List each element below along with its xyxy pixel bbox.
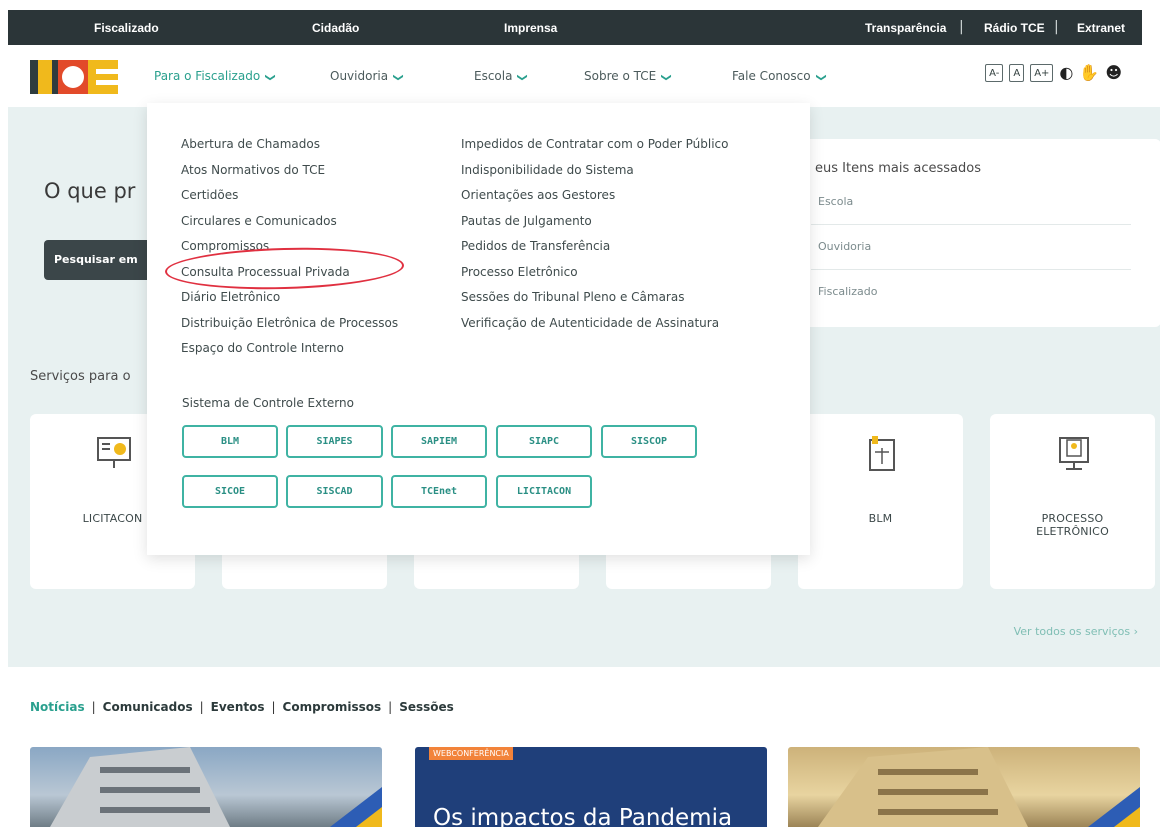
favorites-title: eus Itens mais acessados [815,161,981,176]
tab-eventos[interactable]: Eventos [211,700,265,714]
menu-item-consulta-processual-privada[interactable]: Consulta Processual Privada [181,265,398,291]
system-button-siscop[interactable]: SISCOP [601,425,697,458]
news-tabs: Notícias | Comunicados | Eventos | Compromisso… [30,700,454,714]
hero-title: O que pr [44,179,136,203]
chevron-down-icon: ❯ [660,73,672,82]
favorite-link-escola[interactable]: Escola [818,195,853,208]
chevron-down-icon: ❯ [264,73,276,82]
search-button[interactable]: Pesquisar em [44,240,154,280]
menu-item-distribuicao-eletronica[interactable]: Distribuição Eletrônica de Processos [181,316,398,342]
font-increase-button[interactable]: A+ [1030,63,1054,82]
libras-avatar-icon[interactable]: ☻ [1105,63,1122,82]
menu-item-atos-normativos[interactable]: Atos Normativos do TCE [181,163,398,189]
menu-item-circulares[interactable]: Circulares e Comunicados [181,214,398,240]
chevron-down-icon: ❯ [815,73,827,82]
nav-item-para-o-fiscalizado[interactable]: Para o Fiscalizado ❯ [154,69,276,83]
menu-item-sessoes-tribunal[interactable]: Sessões do Tribunal Pleno e Câmaras [461,290,729,316]
topbar-separator: | [959,19,964,35]
system-button-siapes[interactable]: SIAPES [286,425,383,458]
dropdown-column-1: Abertura de Chamados Atos Normativos do … [181,137,398,367]
tab-noticias[interactable]: Notícias [30,700,85,714]
fiscalizado-dropdown-menu: Abertura de Chamados Atos Normativos do … [147,103,810,555]
topbar-link-cidadao[interactable]: Cidadão [312,21,359,35]
tce-logo[interactable] [30,56,128,98]
topbar-separator: | [1054,19,1059,35]
system-button-blm[interactable]: BLM [182,425,278,458]
main-header: Para o Fiscalizado ❯ Ouvidoria ❯ Escola ❯ S… [8,45,1142,107]
presentation-chart-icon [97,437,131,468]
dropdown-column-2: Impedidos de Contratar com o Poder Públi… [461,137,729,341]
nav-item-label: Para o Fiscalizado [154,69,261,83]
menu-item-pautas-julgamento[interactable]: Pautas de Julgamento [461,214,729,240]
font-decrease-button[interactable]: A- [985,63,1004,82]
dropdown-section-title: Sistema de Controle Externo [182,396,354,410]
service-card-processo-eletronico[interactable]: PROCESSO ELETRÔNICO [990,414,1155,589]
service-card-label: BLM [868,512,893,525]
topbar-link-fiscalizado[interactable]: Fiscalizado [94,21,159,35]
topbar-link-extranet[interactable]: Extranet [1077,21,1125,35]
services-title: Serviços para o [30,369,131,384]
favorite-link-ouvidoria[interactable]: Ouvidoria [818,240,871,253]
topbar-link-imprensa[interactable]: Imprensa [504,21,557,35]
nav-item-label: Fale Conosco [732,69,811,83]
tab-separator: | [271,700,276,714]
tab-separator: | [199,700,204,714]
menu-item-compromissos[interactable]: Compromissos [181,239,398,265]
menu-item-processo-eletronico[interactable]: Processo Eletrônico [461,265,729,291]
nav-item-ouvidoria[interactable]: Ouvidoria ❯ [330,69,404,83]
building-image [50,747,382,827]
news-image-building[interactable] [30,747,382,827]
computer-document-icon [1059,437,1089,470]
tab-sessoes[interactable]: Sessões [399,700,454,714]
menu-item-diario-eletronico[interactable]: Diário Eletrônico [181,290,398,316]
nav-item-sobre-o-tce[interactable]: Sobre o TCE ❯ [584,69,672,83]
building-image [818,747,1140,827]
menu-item-impedidos-de-contratar[interactable]: Impedidos de Contratar com o Poder Públi… [461,137,729,163]
tab-separator: | [91,700,96,714]
system-button-licitacon[interactable]: LICITACON [496,475,592,508]
nav-item-label: Escola [474,69,513,83]
menu-item-orientacoes-gestores[interactable]: Orientações aos Gestores [461,188,729,214]
favorites-panel: eus Itens mais acessados Escola Ouvidori… [793,139,1161,327]
contrast-icon[interactable]: ◐ [1059,63,1073,82]
nav-item-escola[interactable]: Escola ❯ [474,69,529,83]
tab-separator: | [388,700,393,714]
divider [811,269,1131,270]
system-button-siscad[interactable]: SISCAD [286,475,383,508]
service-card-blm[interactable]: BLM [798,414,963,589]
hand-icon[interactable]: ✋ [1079,63,1099,82]
tab-comunicados[interactable]: Comunicados [103,700,193,714]
system-button-sapiem[interactable]: SAPIEM [391,425,487,458]
divider [811,224,1131,225]
service-card-label: PROCESSO ELETRÔNICO [1036,512,1109,538]
nav-item-label: Ouvidoria [330,69,389,83]
accessibility-tools: A- A A+ ◐ ✋ ☻ [985,63,1122,82]
nav-item-fale-conosco[interactable]: Fale Conosco ❯ [732,69,827,83]
news-badge: WEBCONFERÊNCIA [429,747,513,760]
menu-item-indisponibilidade[interactable]: Indisponibilidade do Sistema [461,163,729,189]
menu-item-verificacao-autenticidade[interactable]: Verificação de Autenticidade de Assinatu… [461,316,729,342]
system-button-siapc[interactable]: SIAPC [496,425,592,458]
system-button-sicoe[interactable]: SICOE [182,475,278,508]
font-reset-button[interactable]: A [1009,63,1025,82]
news-image-webconference[interactable]: WEBCONFERÊNCIA Os impactos da Pandemia [415,747,767,827]
favorite-link-fiscalizado[interactable]: Fiscalizado [818,285,877,298]
top-bar: Fiscalizado Cidadão Imprensa Transparênc… [8,10,1142,45]
system-button-tcenet[interactable]: TCEnet [391,475,487,508]
chevron-down-icon: ❯ [392,73,404,82]
law-book-icon [869,436,895,471]
news-headline: Os impactos da Pandemia [433,805,733,827]
menu-item-abertura-de-chamados[interactable]: Abertura de Chamados [181,137,398,163]
menu-item-certidoes[interactable]: Certidões [181,188,398,214]
topbar-link-transparencia[interactable]: Transparência [865,21,946,35]
menu-item-espaco-controle-interno[interactable]: Espaço do Controle Interno [181,341,398,367]
tab-compromissos[interactable]: Compromissos [283,700,382,714]
nav-item-label: Sobre o TCE [584,69,657,83]
news-image-building-sepia[interactable] [788,747,1140,827]
see-all-services-link[interactable]: Ver todos os serviços › [1014,625,1138,638]
menu-item-pedidos-transferencia[interactable]: Pedidos de Transferência [461,239,729,265]
topbar-link-radio-tce[interactable]: Rádio TCE [984,21,1045,35]
chevron-down-icon: ❯ [517,73,529,82]
